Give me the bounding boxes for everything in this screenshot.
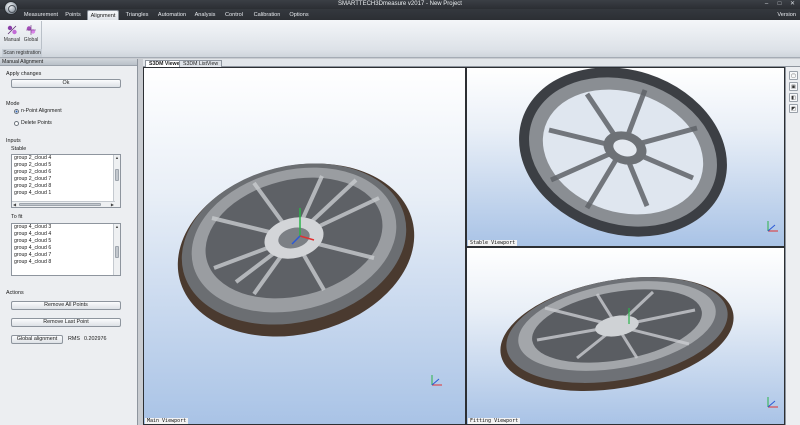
scan-registration-group: Manual Global Scan registration	[2, 21, 42, 57]
wheel-point-cloud	[177, 163, 415, 337]
delete-points-radio[interactable]	[14, 121, 19, 126]
delete-points-label: Delete Points	[21, 120, 52, 126]
axis-triad-icon	[767, 221, 778, 232]
scroll-thumb[interactable]	[115, 246, 119, 258]
remove-all-points-button[interactable]: Remove All Points	[11, 301, 121, 310]
rms-value: 0.202976	[84, 336, 107, 342]
stable-viewport[interactable]: Stable Viewport	[466, 67, 785, 247]
actions-label: Actions	[6, 290, 24, 296]
scroll-left-icon[interactable]: ◀	[13, 202, 16, 207]
tab-control[interactable]: Control	[222, 10, 246, 20]
inputs-label: Inputs	[6, 138, 21, 144]
to-fit-list[interactable]: group 4_cloud 3 group 4_cloud 4 group 4_…	[11, 223, 121, 276]
wheel-point-cloud	[519, 68, 727, 237]
ribbon-group-label: Scan registration	[2, 49, 42, 57]
list-item[interactable]: group 4_cloud 5	[12, 238, 120, 245]
view-toolbar: ▢ ▣ ◧ ◩	[785, 67, 800, 425]
wheel-point-cloud	[500, 277, 734, 391]
ribbon-tab-bar: Measurement Points Alignment Triangles A…	[0, 9, 800, 20]
stable-list-scrollbar[interactable]: ▲	[113, 155, 120, 207]
list-item[interactable]: group 4_cloud 6	[12, 245, 120, 252]
ribbon: Manual Global Scan registration	[0, 20, 800, 58]
list-item[interactable]: group 4_cloud 3	[12, 224, 120, 231]
window-controls: – □ ✕	[761, 0, 798, 8]
scroll-up-icon[interactable]: ▲	[114, 155, 120, 161]
manual-alignment-button[interactable]: Manual	[3, 23, 21, 45]
panel-title: Manual Alignment	[0, 59, 137, 66]
viewer-tab-strip: S3DM Viewer S3DM ListView	[143, 59, 800, 67]
list-item[interactable]: group 2_cloud 7	[12, 176, 120, 183]
n-point-alignment-radio[interactable]	[14, 109, 19, 114]
ok-button[interactable]: Ok	[11, 79, 121, 88]
global-alignment-icon	[26, 25, 36, 35]
axis-triad-icon	[767, 397, 778, 408]
main-viewport-label: Main Viewport	[145, 418, 189, 424]
tab-alignment[interactable]: Alignment	[87, 10, 119, 20]
fitting-viewport-label: Fitting Viewport	[468, 418, 521, 424]
stable-label: Stable	[11, 146, 27, 152]
main-viewport[interactable]: Main Viewport	[143, 67, 466, 425]
tab-options[interactable]: Options	[287, 10, 311, 20]
manual-label: Manual	[3, 37, 21, 43]
stable-list-hscrollbar[interactable]: ◀ ▶	[12, 201, 115, 207]
title-bar: SMARTTECH3Dmeasure v2017 - New Project –…	[0, 0, 800, 9]
list-item[interactable]: group 4_cloud 4	[12, 231, 120, 238]
maximize-icon[interactable]: □	[774, 0, 785, 8]
global-label: Global	[23, 37, 39, 43]
global-alignment-button[interactable]: Global alignment	[11, 335, 63, 344]
tab-calibration[interactable]: Calibration	[251, 10, 283, 20]
list-item[interactable]: group 2_cloud 6	[12, 169, 120, 176]
remove-last-point-button[interactable]: Remove Last Point	[11, 318, 121, 327]
view-iso-icon[interactable]: ◩	[789, 104, 798, 113]
mode-label: Mode	[6, 101, 20, 107]
tab-analysis[interactable]: Analysis	[193, 10, 217, 20]
tab-measurement[interactable]: Measurement	[22, 10, 60, 20]
close-icon[interactable]: ✕	[787, 0, 798, 8]
tab-s3dm-listview[interactable]: S3DM ListView	[179, 60, 223, 67]
axis-triad-icon	[431, 375, 442, 386]
hscroll-thumb[interactable]	[19, 203, 101, 206]
view-top-icon[interactable]: ▣	[789, 82, 798, 91]
fitting-viewport[interactable]: Fitting Viewport	[466, 247, 785, 425]
version-link[interactable]: Version	[777, 10, 796, 20]
rms-label: RMS	[68, 336, 80, 342]
window-title: SMARTTECH3Dmeasure v2017 - New Project	[338, 1, 462, 7]
to-fit-list-scrollbar[interactable]: ▲	[113, 224, 120, 275]
list-item[interactable]: group 2_cloud 8	[12, 183, 120, 190]
view-side-icon[interactable]: ◧	[789, 93, 798, 102]
list-item[interactable]: group 4_cloud 1	[12, 190, 120, 197]
tab-automation[interactable]: Automation	[155, 10, 189, 20]
manual-alignment-panel: Manual Alignment Apply changes Ok Mode n…	[0, 59, 138, 425]
list-item[interactable]: group 2_cloud 4	[12, 155, 120, 162]
list-item[interactable]: group 4_cloud 8	[12, 259, 120, 266]
manual-alignment-icon	[7, 25, 17, 35]
tab-points[interactable]: Points	[62, 10, 84, 20]
n-point-alignment-label: n-Point Alignment	[21, 108, 62, 114]
list-item[interactable]: group 2_cloud 5	[12, 162, 120, 169]
stable-viewport-label: Stable Viewport	[468, 240, 518, 246]
list-item[interactable]: group 4_cloud 7	[12, 252, 120, 259]
apply-changes-label: Apply changes	[6, 71, 42, 77]
global-alignment-ribbon-button[interactable]: Global	[22, 23, 40, 45]
application-menu-button[interactable]	[4, 1, 18, 15]
tab-triangles[interactable]: Triangles	[123, 10, 151, 20]
view-front-icon[interactable]: ▢	[789, 71, 798, 80]
scroll-up-icon[interactable]: ▲	[114, 224, 120, 230]
minimize-icon[interactable]: –	[761, 0, 772, 8]
scroll-right-icon[interactable]: ▶	[111, 202, 114, 207]
to-fit-label: To fit	[11, 214, 23, 220]
stable-list[interactable]: group 2_cloud 4 group 2_cloud 5 group 2_…	[11, 154, 121, 208]
scroll-thumb[interactable]	[115, 169, 119, 181]
